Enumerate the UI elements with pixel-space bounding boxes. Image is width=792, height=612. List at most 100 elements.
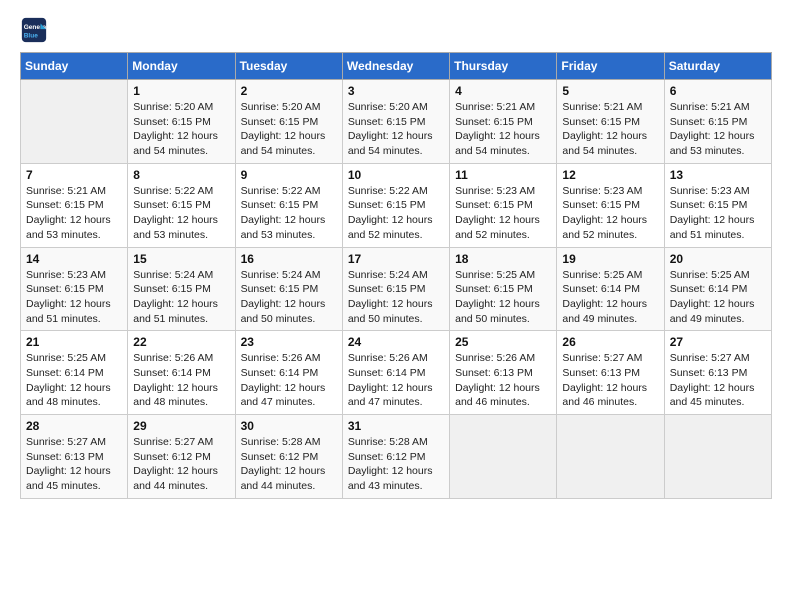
header-cell-saturday: Saturday bbox=[664, 53, 771, 80]
day-info: Sunrise: 5:27 AMSunset: 6:12 PMDaylight:… bbox=[133, 435, 229, 494]
day-info: Sunrise: 5:27 AMSunset: 6:13 PMDaylight:… bbox=[562, 351, 658, 410]
day-info: Sunrise: 5:21 AMSunset: 6:15 PMDaylight:… bbox=[562, 100, 658, 159]
day-info: Sunrise: 5:25 AMSunset: 6:14 PMDaylight:… bbox=[562, 268, 658, 327]
day-cell bbox=[450, 415, 557, 499]
day-cell: 13 Sunrise: 5:23 AMSunset: 6:15 PMDayligh… bbox=[664, 163, 771, 247]
day-number: 18 bbox=[455, 252, 551, 266]
day-cell: 12 Sunrise: 5:23 AMSunset: 6:15 PMDayligh… bbox=[557, 163, 664, 247]
week-row-5: 28 Sunrise: 5:27 AMSunset: 6:13 PMDayligh… bbox=[21, 415, 772, 499]
day-cell: 9 Sunrise: 5:22 AMSunset: 6:15 PMDaylight… bbox=[235, 163, 342, 247]
day-cell bbox=[557, 415, 664, 499]
day-cell bbox=[21, 80, 128, 164]
day-info: Sunrise: 5:21 AMSunset: 6:15 PMDaylight:… bbox=[455, 100, 551, 159]
day-number: 13 bbox=[670, 168, 766, 182]
day-info: Sunrise: 5:26 AMSunset: 6:13 PMDaylight:… bbox=[455, 351, 551, 410]
day-info: Sunrise: 5:21 AMSunset: 6:15 PMDaylight:… bbox=[26, 184, 122, 243]
day-number: 20 bbox=[670, 252, 766, 266]
day-info: Sunrise: 5:25 AMSunset: 6:14 PMDaylight:… bbox=[26, 351, 122, 410]
day-number: 4 bbox=[455, 84, 551, 98]
calendar-table: SundayMondayTuesdayWednesdayThursdayFrid… bbox=[20, 52, 772, 499]
header-cell-sunday: Sunday bbox=[21, 53, 128, 80]
day-info: Sunrise: 5:23 AMSunset: 6:15 PMDaylight:… bbox=[26, 268, 122, 327]
day-cell: 1Sunrise: 5:20 AMSunset: 6:15 PMDaylight… bbox=[128, 80, 235, 164]
day-cell: 4 Sunrise: 5:21 AMSunset: 6:15 PMDaylight… bbox=[450, 80, 557, 164]
day-cell: 29Sunrise: 5:27 AMSunset: 6:12 PMDayligh… bbox=[128, 415, 235, 499]
day-cell bbox=[664, 415, 771, 499]
day-number: 30 bbox=[241, 419, 337, 433]
day-number: 16 bbox=[241, 252, 337, 266]
day-number: 9 bbox=[241, 168, 337, 182]
day-info: Sunrise: 5:26 AMSunset: 6:14 PMDaylight:… bbox=[241, 351, 337, 410]
day-cell: 23Sunrise: 5:26 AMSunset: 6:14 PMDayligh… bbox=[235, 331, 342, 415]
day-cell: 28 Sunrise: 5:27 AMSunset: 6:13 PMDayligh… bbox=[21, 415, 128, 499]
day-info: Sunrise: 5:22 AMSunset: 6:15 PMDaylight:… bbox=[133, 184, 229, 243]
day-cell: 30 Sunrise: 5:28 AMSunset: 6:12 PMDayligh… bbox=[235, 415, 342, 499]
week-row-1: 1 Sunrise: 5:20 AMSunset: 6:15 PMDaylight… bbox=[21, 80, 772, 164]
day-cell: 14 Sunrise: 5:23 AMSunset: 6:15 PMDayligh… bbox=[21, 247, 128, 331]
day-cell: 21 Sunrise: 5:25 AMSunset: 6:14 PMDayligh… bbox=[21, 331, 128, 415]
day-info: Sunrise: 5:20 AMSunset: 6:15 PMDaylight:… bbox=[241, 100, 337, 159]
day-number: 3 bbox=[348, 84, 444, 98]
day-number: 17 bbox=[348, 252, 444, 266]
svg-text:Blue: Blue bbox=[24, 32, 38, 39]
header-cell-tuesday: Tuesday bbox=[235, 53, 342, 80]
day-info: Sunrise: 5:24 AMSunset: 6:15 PMDaylight:… bbox=[241, 268, 337, 327]
day-info: Sunrise: 5:25 AMSunset: 6:14 PMDaylight:… bbox=[670, 268, 766, 327]
day-info: Sunrise: 5:21 AMSunset: 6:15 PMDaylight:… bbox=[670, 100, 766, 159]
day-number: 27 bbox=[670, 335, 766, 349]
day-cell: 25 Sunrise: 5:26 AMSunset: 6:13 PMDayligh… bbox=[450, 331, 557, 415]
header-cell-friday: Friday bbox=[557, 53, 664, 80]
day-info: Sunrise: 5:27 AMSunset: 6:13 PMDaylight:… bbox=[26, 435, 122, 494]
header-cell-wednesday: Wednesday bbox=[342, 53, 449, 80]
day-info: Sunrise: 5:23 AMSunset: 6:15 PMDaylight:… bbox=[670, 184, 766, 243]
day-number: 14 bbox=[26, 252, 122, 266]
day-number: 19 bbox=[562, 252, 658, 266]
day-number: 2 bbox=[241, 84, 337, 98]
day-cell: 17 Sunrise: 5:24 AMSunset: 6:15 PMDayligh… bbox=[342, 247, 449, 331]
day-number: 6 bbox=[670, 84, 766, 98]
day-number: 25 bbox=[455, 335, 551, 349]
header-cell-thursday: Thursday bbox=[450, 53, 557, 80]
day-info: Sunrise: 5:22 AMSunset: 6:15 PMDaylight:… bbox=[348, 184, 444, 243]
day-number: 12 bbox=[562, 168, 658, 182]
day-cell: 18 Sunrise: 5:25 AMSunset: 6:15 PMDayligh… bbox=[450, 247, 557, 331]
day-number: 21 bbox=[26, 335, 122, 349]
day-cell: 6 Sunrise: 5:21 AMSunset: 6:15 PMDaylight… bbox=[664, 80, 771, 164]
day-info: Sunrise: 5:23 AMSunset: 6:15 PMDaylight:… bbox=[562, 184, 658, 243]
day-number: 5 bbox=[562, 84, 658, 98]
day-cell: 22Sunrise: 5:26 AMSunset: 6:14 PMDayligh… bbox=[128, 331, 235, 415]
header: General Blue bbox=[20, 16, 772, 44]
day-cell: 7Sunrise: 5:21 AMSunset: 6:15 PMDaylight… bbox=[21, 163, 128, 247]
day-info: Sunrise: 5:24 AMSunset: 6:15 PMDaylight:… bbox=[348, 268, 444, 327]
day-info: Sunrise: 5:27 AMSunset: 6:13 PMDaylight:… bbox=[670, 351, 766, 410]
day-info: Sunrise: 5:28 AMSunset: 6:12 PMDaylight:… bbox=[241, 435, 337, 494]
day-cell: 26 Sunrise: 5:27 AMSunset: 6:13 PMDayligh… bbox=[557, 331, 664, 415]
calendar-body: 1 Sunrise: 5:20 AMSunset: 6:15 PMDaylight… bbox=[21, 80, 772, 499]
day-cell: 31Sunrise: 5:28 AMSunset: 6:12 PMDayligh… bbox=[342, 415, 449, 499]
day-cell: 19 Sunrise: 5:25 AMSunset: 6:14 PMDayligh… bbox=[557, 247, 664, 331]
day-cell: 5 Sunrise: 5:21 AMSunset: 6:15 PMDaylight… bbox=[557, 80, 664, 164]
day-number: 15 bbox=[133, 252, 229, 266]
day-info: Sunrise: 5:20 AMSunset: 6:15 PMDaylight:… bbox=[348, 100, 444, 159]
week-row-4: 21 Sunrise: 5:25 AMSunset: 6:14 PMDayligh… bbox=[21, 331, 772, 415]
day-cell: 3 Sunrise: 5:20 AMSunset: 6:15 PMDaylight… bbox=[342, 80, 449, 164]
day-number: 1 bbox=[133, 84, 229, 98]
day-cell: 15 Sunrise: 5:24 AMSunset: 6:15 PMDayligh… bbox=[128, 247, 235, 331]
logo: General Blue bbox=[20, 16, 52, 44]
header-cell-monday: Monday bbox=[128, 53, 235, 80]
day-cell: 20 Sunrise: 5:25 AMSunset: 6:14 PMDayligh… bbox=[664, 247, 771, 331]
day-info: Sunrise: 5:23 AMSunset: 6:15 PMDaylight:… bbox=[455, 184, 551, 243]
day-number: 24 bbox=[348, 335, 444, 349]
week-row-3: 14 Sunrise: 5:23 AMSunset: 6:15 PMDayligh… bbox=[21, 247, 772, 331]
day-cell: 27 Sunrise: 5:27 AMSunset: 6:13 PMDayligh… bbox=[664, 331, 771, 415]
day-info: Sunrise: 5:22 AMSunset: 6:15 PMDaylight:… bbox=[241, 184, 337, 243]
day-cell: 11 Sunrise: 5:23 AMSunset: 6:15 PMDayligh… bbox=[450, 163, 557, 247]
day-number: 26 bbox=[562, 335, 658, 349]
day-number: 28 bbox=[26, 419, 122, 433]
day-number: 11 bbox=[455, 168, 551, 182]
day-info: Sunrise: 5:25 AMSunset: 6:15 PMDaylight:… bbox=[455, 268, 551, 327]
calendar-header: SundayMondayTuesdayWednesdayThursdayFrid… bbox=[21, 53, 772, 80]
day-info: Sunrise: 5:24 AMSunset: 6:15 PMDaylight:… bbox=[133, 268, 229, 327]
header-row: SundayMondayTuesdayWednesdayThursdayFrid… bbox=[21, 53, 772, 80]
day-number: 8 bbox=[133, 168, 229, 182]
